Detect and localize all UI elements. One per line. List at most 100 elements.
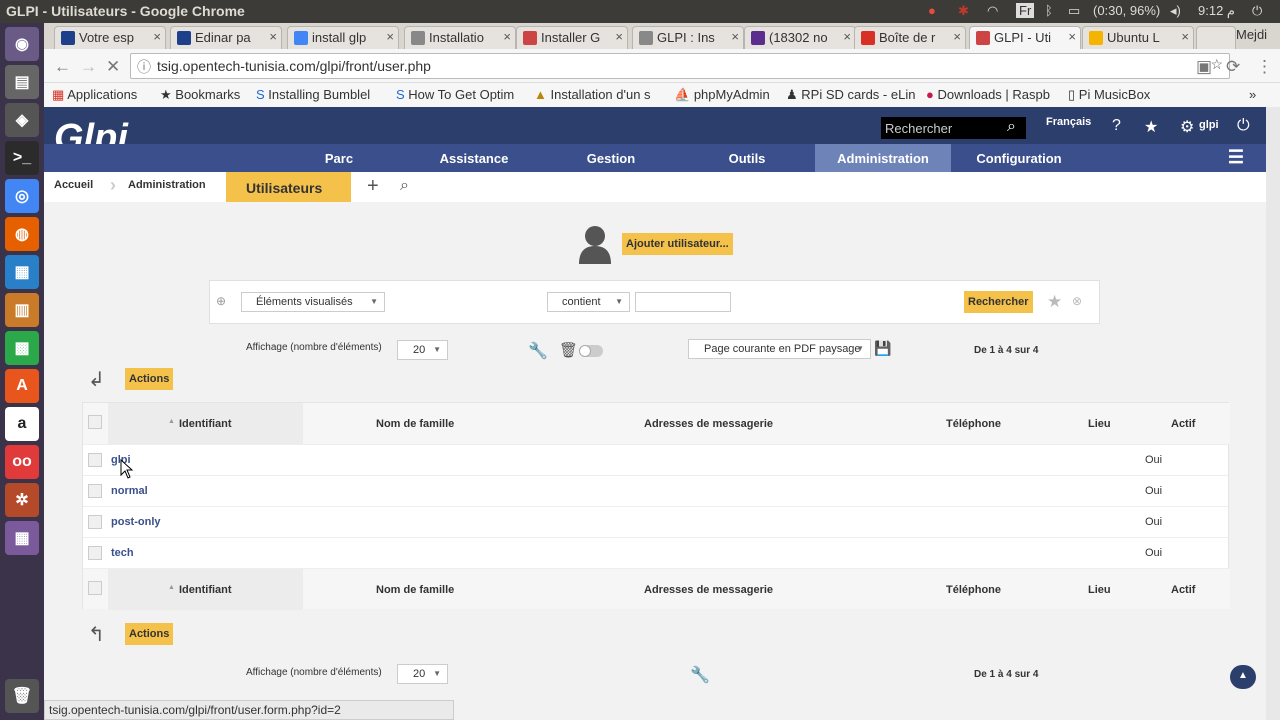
display-count-select-bottom[interactable]: 20 ▼	[397, 664, 448, 684]
info-icon[interactable]: ⓘ	[137, 57, 151, 77]
bookmark-star-icon[interactable]: ☆	[1210, 56, 1223, 73]
more-bookmarks-icon[interactable]: »	[1249, 87, 1256, 102]
col-telephone[interactable]: Téléphone	[946, 584, 1001, 596]
keyboard-layout[interactable]: Fr	[1016, 3, 1035, 18]
stop-icon[interactable]: ✕	[106, 57, 120, 77]
breadcrumb-current[interactable]: Utilisateurs	[226, 172, 351, 202]
reset-search-icon[interactable]: ⊗	[1072, 294, 1082, 308]
help-icon[interactable]: ?	[1112, 117, 1121, 135]
trash-bin-icon[interactable]: 🗑	[559, 341, 578, 359]
user-link[interactable]: normal	[111, 485, 148, 497]
files-icon[interactable]: ▤	[5, 65, 39, 99]
logout-icon[interactable]: ⏻	[1237, 117, 1250, 135]
actions-button-bottom[interactable]: Actions	[125, 623, 174, 645]
export-select[interactable]: Page courante en PDF paysage ▼	[688, 339, 871, 359]
col-actif[interactable]: Actif	[1171, 584, 1195, 596]
browser-tab[interactable]: Installer G ×	[516, 26, 628, 49]
bookmark-downloads[interactable]: ● Downloads | Raspb	[926, 87, 1050, 102]
hamburger-menu-icon[interactable]: ☰	[1224, 144, 1248, 172]
tab-close-icon[interactable]: ×	[843, 29, 851, 44]
tab-close-icon[interactable]: ×	[953, 29, 961, 44]
browser-tab[interactable]: install glp ×	[287, 26, 399, 49]
tab-close-icon[interactable]: ×	[153, 29, 161, 44]
add-criterion-icon[interactable]: ⊕	[216, 294, 226, 308]
menu-icon[interactable]: ⋮	[1256, 57, 1273, 77]
chrome-icon[interactable]: ◎	[5, 179, 39, 213]
new-tab-button[interactable]	[1196, 26, 1236, 49]
terminal-icon[interactable]: >_	[5, 141, 39, 175]
firefox-icon[interactable]: ◍	[5, 217, 39, 251]
trash-icon[interactable]: 🗑	[5, 679, 39, 713]
menu-assistance[interactable]: Assistance	[424, 144, 524, 172]
app-indicator-icon[interactable]: ✱	[958, 3, 969, 19]
language-selector[interactable]: Français	[1046, 116, 1091, 128]
impress-icon[interactable]: ▥	[5, 293, 39, 327]
extension-icon[interactable]: ▣	[1196, 57, 1212, 77]
browser-tab[interactable]: Installatio ×	[404, 26, 516, 49]
col-actif[interactable]: Actif	[1171, 418, 1195, 430]
amazon-icon[interactable]: a	[5, 407, 39, 441]
browser-tab[interactable]: Boîte de r ×	[854, 26, 966, 49]
browser-tab[interactable]: (18302 no ×	[744, 26, 856, 49]
col-telephone[interactable]: Téléphone	[946, 418, 1001, 430]
workspaces-icon[interactable]: ▦	[5, 521, 39, 555]
bookmark-bookmarks[interactable]: ★ Bookmarks	[160, 87, 240, 103]
ubuntu-dash-icon[interactable]: ◉	[5, 27, 39, 61]
preferences-gear-icon[interactable]: ⚙	[1180, 117, 1194, 137]
row-checkbox[interactable]	[88, 484, 102, 498]
bookmark-rpi[interactable]: ♟ RPi SD cards - eLin	[786, 87, 915, 103]
bookmark-musicbox[interactable]: ▯ Pi MusicBox	[1068, 87, 1150, 103]
menu-outils[interactable]: Outils	[702, 144, 792, 172]
criterion-operator-select[interactable]: contient ▼	[547, 292, 630, 312]
clock[interactable]: 9:12 م	[1198, 3, 1235, 19]
menu-parc[interactable]: Parc	[299, 144, 379, 172]
row-checkbox[interactable]	[88, 515, 102, 529]
software-center-icon[interactable]: A	[5, 369, 39, 403]
save-search-star-icon[interactable]: ★	[1047, 292, 1062, 312]
col-lieu[interactable]: Lieu	[1088, 584, 1111, 596]
extension-icon-2[interactable]: ⟳	[1226, 57, 1240, 77]
menu-configuration[interactable]: Configuration	[964, 144, 1074, 172]
add-icon[interactable]: +	[367, 175, 379, 198]
actions-button-top[interactable]: Actions	[125, 368, 174, 390]
criterion-value-input[interactable]	[635, 292, 731, 312]
browser-tab[interactable]: Votre esp ×	[54, 26, 166, 49]
export-save-icon[interactable]: 💾	[874, 340, 891, 357]
writer-icon[interactable]: ▦	[5, 255, 39, 289]
bookmark-bumblebee[interactable]: S Installing Bumblel	[256, 87, 370, 102]
select-all-checkbox[interactable]	[88, 415, 102, 429]
bookmark-phpmyadmin[interactable]: ⛵ phpMyAdmin	[674, 87, 770, 103]
wrench-icon[interactable]: 🔧	[528, 341, 548, 361]
col-identifiant[interactable]: Identifiant	[179, 418, 232, 430]
tab-close-icon[interactable]: ×	[269, 29, 277, 44]
browser-tab[interactable]: Edinar pa ×	[170, 26, 282, 49]
tab-close-icon[interactable]: ×	[1068, 29, 1076, 44]
user-name[interactable]: glpi	[1199, 119, 1219, 131]
address-bar[interactable]: ⓘ tsig.opentech-tunisia.com/glpi/front/u…	[130, 53, 1230, 79]
criterion-field-select[interactable]: Éléments visualisés ▼	[241, 292, 385, 312]
virtualbox-icon[interactable]: ◈	[5, 103, 39, 137]
col-adresses[interactable]: Adresses de messagerie	[644, 584, 773, 596]
profile-name[interactable]: Mejdi	[1236, 27, 1267, 42]
page-scrollbar[interactable]	[1266, 107, 1280, 720]
add-user-button[interactable]: Ajouter utilisateur...	[622, 233, 733, 255]
wifi-icon[interactable]: ◠	[987, 3, 998, 19]
record-icon[interactable]: ●	[928, 3, 936, 18]
header-search-input[interactable]: Rechercher	[881, 117, 1026, 139]
bookmark-apps[interactable]: ▦ Applications	[52, 87, 137, 103]
browser-tab[interactable]: Ubuntu L ×	[1082, 26, 1194, 49]
battery-status[interactable]: (0:30, 96%)	[1093, 3, 1160, 18]
tab-close-icon[interactable]: ×	[503, 29, 511, 44]
bookmark-installation[interactable]: ▲ Installation d'un s	[534, 87, 651, 102]
user-link[interactable]: tech	[111, 547, 134, 559]
app-icon[interactable]: oo	[5, 445, 39, 479]
browser-tab[interactable]: GLPI : Ins ×	[632, 26, 744, 49]
row-checkbox[interactable]	[88, 453, 102, 467]
scroll-to-top-button[interactable]: ▲	[1230, 665, 1256, 689]
col-nom-de-famille[interactable]: Nom de famille	[376, 584, 454, 596]
select-all-checkbox-bottom[interactable]	[88, 581, 102, 595]
breadcrumb-home[interactable]: Accueil	[54, 179, 93, 191]
menu-gestion[interactable]: Gestion	[566, 144, 656, 172]
row-checkbox[interactable]	[88, 546, 102, 560]
tab-close-icon[interactable]: ×	[615, 29, 623, 44]
